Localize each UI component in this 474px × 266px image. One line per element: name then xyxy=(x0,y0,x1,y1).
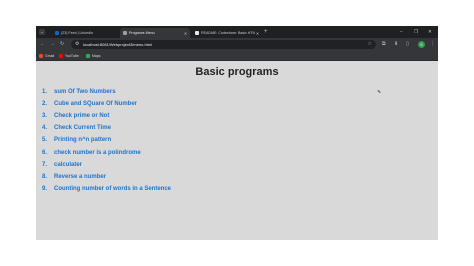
item-number: 6. xyxy=(42,149,48,156)
document-favicon-icon xyxy=(195,31,199,35)
bookmark-star-icon[interactable]: ☆ xyxy=(368,41,372,48)
item-number: 8. xyxy=(42,173,48,180)
item-number: 4. xyxy=(42,125,48,132)
minimize-button[interactable]: – xyxy=(400,28,403,36)
tab-search-icon[interactable]: ⌄ xyxy=(39,29,45,35)
bookmark-label: Gmail xyxy=(45,53,55,58)
close-tab-icon[interactable]: ✕ xyxy=(183,31,188,36)
item-number: 7. xyxy=(42,161,48,168)
bookmark-label: YouTube xyxy=(65,53,79,58)
bookmark-youtube[interactable]: YouTube xyxy=(59,53,79,59)
site-info-icon[interactable]: ⚙ xyxy=(75,41,79,48)
program-link[interactable]: Check prime or Not xyxy=(54,113,109,119)
linkedin-favicon-icon xyxy=(55,31,59,35)
bookmarks-bar: Gmail YouTube Maps xyxy=(36,51,438,61)
list-item: 1. sum Of Two Numbers xyxy=(42,86,171,98)
tab-title: README: Codeshare: Basic HTML xyxy=(201,31,256,35)
tab-bar: ⌄ (23) Feed | LinkedIn ✕ Programs Menu ✕… xyxy=(36,26,438,38)
side-panel-icon[interactable]: ▯ xyxy=(406,41,409,48)
item-number: 3. xyxy=(42,113,48,120)
item-number: 9. xyxy=(42,185,48,192)
close-tab-icon[interactable]: ✕ xyxy=(255,31,260,36)
close-window-button[interactable]: ✕ xyxy=(428,28,432,36)
program-link[interactable]: Counting number of words in a Sentence xyxy=(54,186,171,192)
page-title: Basic programs xyxy=(195,66,279,78)
extensions-icon[interactable]: ⧉ xyxy=(382,41,386,48)
program-list: 1. sum Of Two Numbers 2. Cube and SQuare… xyxy=(42,86,171,195)
profile-avatar[interactable]: S xyxy=(418,41,425,48)
new-tab-button[interactable]: + xyxy=(264,28,268,36)
address-bar[interactable]: ⚙ localhost:8081/Webproject3/menu.html ☆ xyxy=(71,40,376,49)
url-text[interactable]: localhost:8081/Webproject3/menu.html xyxy=(83,42,152,48)
youtube-icon xyxy=(59,53,63,58)
bookmark-gmail[interactable]: Gmail xyxy=(39,53,54,59)
maximize-button[interactable]: ❐ xyxy=(414,28,418,36)
tab-title: Programs Menu xyxy=(129,31,155,35)
forward-arrow-icon[interactable]: → xyxy=(50,41,55,48)
list-item: 2. Cube and SQuare Of Number xyxy=(42,98,171,110)
item-number: 5. xyxy=(42,137,48,144)
globe-favicon-icon xyxy=(123,31,127,35)
menu-kebab-icon[interactable]: ⋮ xyxy=(430,41,435,48)
list-item: 4. Check Current Time xyxy=(42,122,171,134)
list-item: 9. Counting number of words in a Sentenc… xyxy=(42,183,171,195)
browser-toolbar: ← → ↻ ⚙ localhost:8081/Webproject3/menu.… xyxy=(36,38,438,51)
maps-icon xyxy=(86,53,90,58)
program-link[interactable]: Cube and SQuare Of Number xyxy=(54,101,137,107)
mouse-cursor-icon: ⬉ xyxy=(377,89,382,95)
program-link[interactable]: Reverse a number xyxy=(54,174,106,180)
program-link[interactable]: Check Current Time xyxy=(54,125,111,131)
program-link[interactable]: sum Of Two Numbers xyxy=(54,89,116,95)
program-link[interactable]: check number is a polindrome xyxy=(54,150,141,156)
item-number: 1. xyxy=(42,89,48,96)
browser-window: ⌄ (23) Feed | LinkedIn ✕ Programs Menu ✕… xyxy=(36,26,438,240)
program-link[interactable]: Printing n^n pattern xyxy=(54,137,111,143)
item-number: 2. xyxy=(42,101,48,108)
list-item: 5. Printing n^n pattern xyxy=(42,134,171,146)
list-item: 7. calculater xyxy=(42,159,171,171)
list-item: 8. Reverse a number xyxy=(42,171,171,183)
bookmark-label: Maps xyxy=(92,53,101,58)
program-link[interactable]: calculater xyxy=(54,162,82,168)
reload-icon[interactable]: ↻ xyxy=(60,41,64,48)
back-arrow-icon[interactable]: ← xyxy=(40,41,45,48)
bookmark-maps[interactable]: Maps xyxy=(86,53,101,59)
list-item: 6. check number is a polindrome xyxy=(42,146,171,158)
tab-programs-menu[interactable]: Programs Menu ✕ xyxy=(120,28,190,38)
downloads-icon[interactable]: ⬇ xyxy=(394,41,398,48)
tab-readme[interactable]: README: Codeshare: Basic HTML ✕ xyxy=(192,28,262,38)
list-item: 3. Check prime or Not xyxy=(42,110,171,122)
gmail-icon xyxy=(39,53,43,58)
